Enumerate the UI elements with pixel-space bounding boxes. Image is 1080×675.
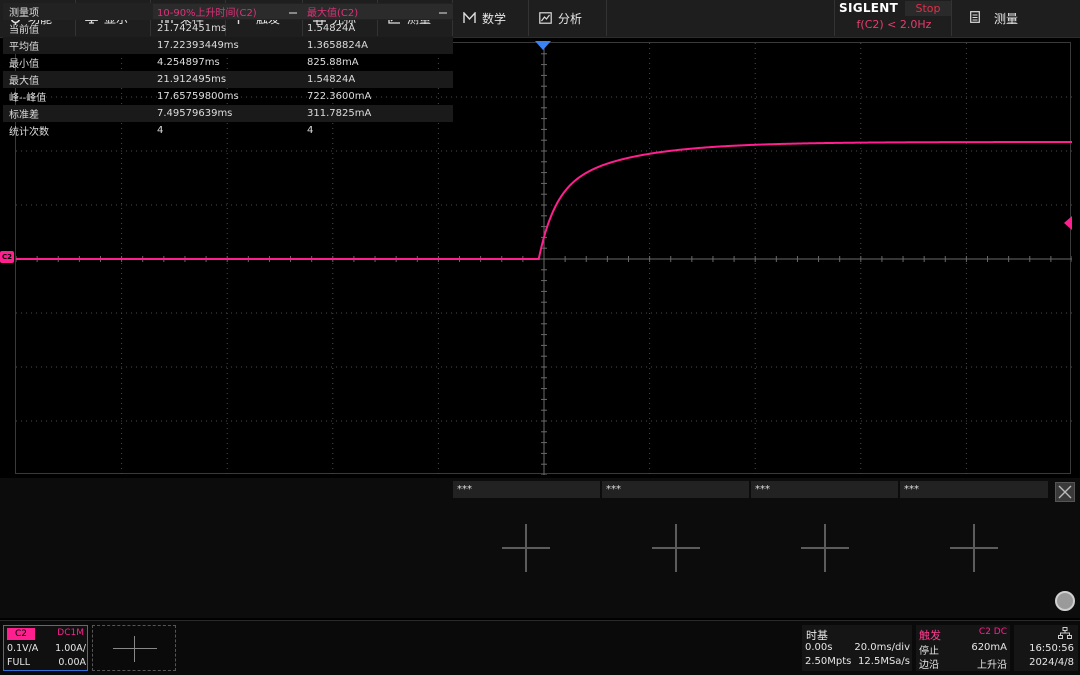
list-icon: [970, 10, 980, 26]
table-row: 标准差 7.49579639ms 311.7825mA: [3, 105, 453, 122]
table-row: 最小值 4.254897ms 825.88mA: [9, 57, 359, 70]
channel-offset-row: FULL 0.00A: [7, 657, 86, 668]
network-icon[interactable]: [1058, 627, 1072, 639]
trigger-source: C2 DC: [978, 627, 1007, 637]
math-icon: [462, 11, 476, 25]
trigger-box[interactable]: 触发 C2 DC 停止 620mA 边沿 上升沿: [916, 625, 1010, 671]
table-row: 统计次数 4 4: [9, 125, 314, 138]
table-header-row: 测量项 10-90%上升时间(C2) 最大值(C2): [3, 3, 453, 20]
timebase-title: 时基: [806, 629, 828, 642]
empty-measure-header[interactable]: ***: [602, 481, 749, 498]
analyze-icon: [538, 11, 552, 25]
table-row: 峰--峰值 17.65759800ms 722.3600mA: [9, 91, 372, 104]
channel-offset-marker[interactable]: C2: [0, 251, 14, 263]
trigger-type: 边沿: [919, 660, 939, 671]
menu-math[interactable]: 数学: [462, 0, 506, 36]
header-rise-time[interactable]: 10-90%上升时间(C2): [153, 4, 303, 19]
sample-rate: 12.5MSa/s: [858, 656, 910, 667]
channel-c2-box[interactable]: C2 DC1M 0.1V/A 1.00A/ FULL 0.00A: [3, 625, 88, 671]
trigger-level-marker[interactable]: [1064, 216, 1072, 230]
trigger-mode: 停止: [919, 646, 939, 657]
add-measure-slot[interactable]: [950, 524, 998, 572]
table-row: 当前值 21.742451ms 1.54824A: [9, 23, 356, 36]
trigger-level: 620mA: [971, 642, 1007, 653]
run-stop-button[interactable]: Stop: [905, 1, 951, 16]
timebase-box[interactable]: 时基 0.00s 20.0ms/div 2.50Mpts 12.5MSa/s: [802, 625, 912, 671]
channel-tag: C2: [7, 628, 35, 640]
empty-measure-header[interactable]: ***: [900, 481, 1048, 498]
menu-analyze[interactable]: 分析: [538, 0, 582, 36]
channel-coupling: DC1M: [57, 628, 84, 638]
add-measure-slot[interactable]: [801, 524, 849, 572]
table-row: 最大值 21.912495ms 1.54824A: [3, 71, 453, 88]
measure-panel-button[interactable]: 测量: [956, 0, 1080, 36]
empty-measure-header[interactable]: ***: [751, 481, 898, 498]
clock-date: 2024/4/8: [1029, 657, 1074, 668]
empty-measure-header[interactable]: ***: [453, 481, 600, 498]
frequency-readout: f(C2) < 2.0Hz: [856, 18, 932, 31]
timebase-delay: 0.00s: [805, 642, 833, 653]
clock-time: 16:50:56: [1029, 643, 1074, 654]
add-measure-slot[interactable]: [502, 524, 550, 572]
brand-status-box: SIGLENT Stop f(C2) < 2.0Hz: [834, 0, 952, 36]
trigger-title: 触发: [919, 629, 941, 642]
timebase-scale: 20.0ms/div: [854, 642, 910, 653]
siglent-logo: SIGLENT: [839, 1, 899, 15]
scroll-knob-icon[interactable]: [1055, 591, 1075, 611]
table-row: 平均值 17.22393449ms 1.3658824A: [3, 37, 453, 54]
add-measure-slot[interactable]: [652, 524, 700, 572]
memory-depth: 2.50Mpts: [805, 656, 852, 667]
trigger-position-marker[interactable]: [535, 41, 551, 50]
close-icon: [1058, 485, 1072, 499]
clock-box: 16:50:56 2024/4/8: [1014, 625, 1078, 671]
channel-scale-row: 0.1V/A 1.00A/: [7, 643, 86, 654]
close-measure-button[interactable]: [1055, 482, 1075, 502]
trigger-slope: 上升沿: [977, 660, 1007, 671]
header-max[interactable]: 最大值(C2): [303, 4, 453, 19]
header-item: 测量项: [9, 8, 39, 19]
measurement-table: 测量项 10-90%上升时间(C2) 最大值(C2) 当前值 21.742451…: [3, 3, 453, 139]
add-channel-button[interactable]: [92, 625, 176, 671]
